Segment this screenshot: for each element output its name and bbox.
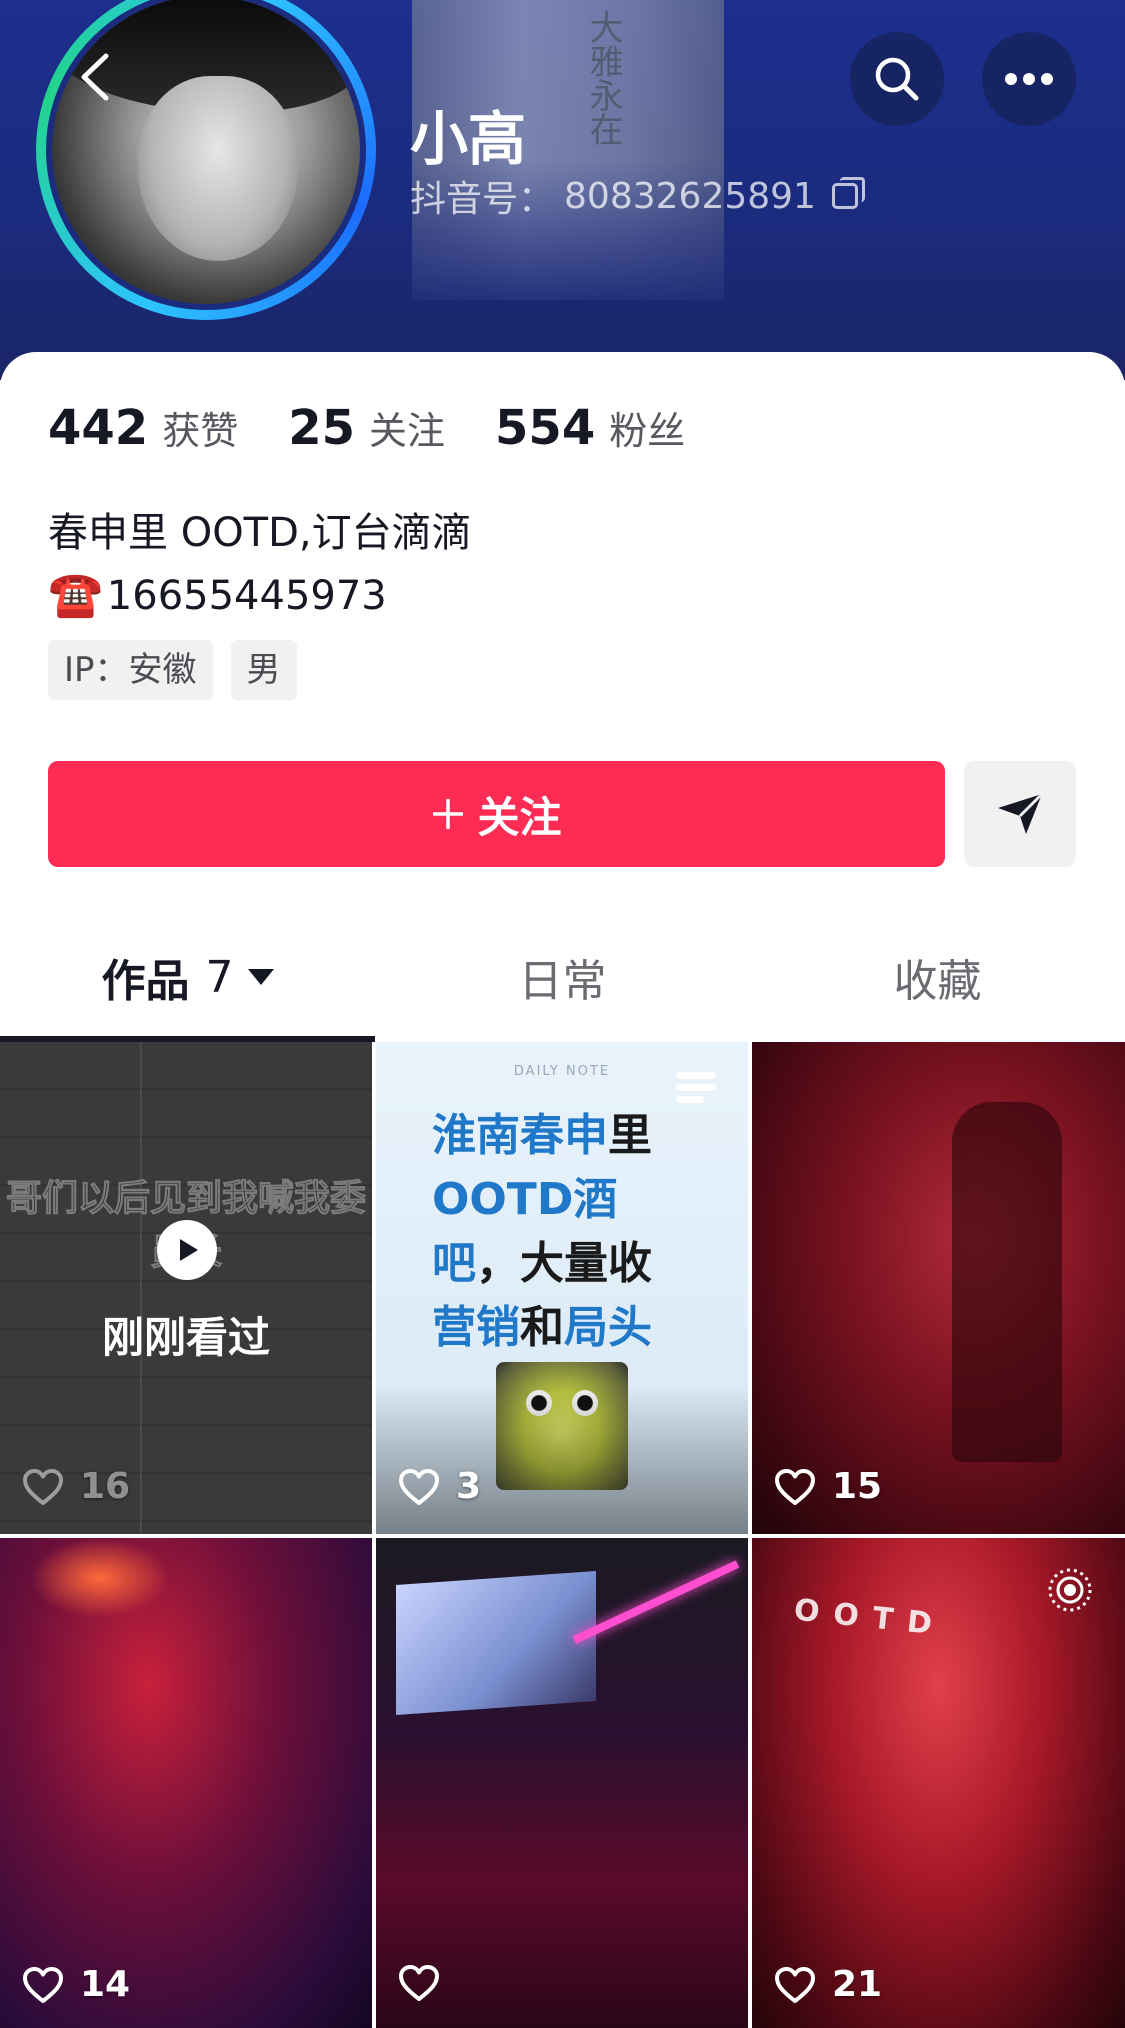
profile-header: 大雅永在 小高 抖音号： 80832625891	[0, 0, 1125, 380]
monument-calligraphy: 大雅永在	[583, 10, 623, 146]
follow-button[interactable]: 关注	[48, 761, 945, 867]
like-count: 15	[774, 1466, 882, 1507]
video-tile[interactable]: 14	[0, 1538, 372, 2028]
play-button[interactable]	[157, 1220, 217, 1280]
douyin-id-value: 80832625891	[564, 175, 816, 217]
follow-label: 关注	[477, 792, 562, 842]
like-count-value: 14	[80, 1964, 131, 2005]
avatar[interactable]	[46, 0, 366, 310]
heart-icon	[775, 1468, 815, 1505]
like-count-value: 15	[832, 1466, 883, 1507]
copy-icon[interactable]	[831, 177, 865, 209]
telephone-icon: ☎️	[48, 569, 103, 620]
avatar-ring[interactable]	[36, 0, 376, 320]
search-button[interactable]	[850, 32, 944, 126]
more-dots-icon	[1005, 73, 1053, 85]
like-count-value: 16	[80, 1466, 131, 1507]
like-count: 21	[774, 1964, 882, 2005]
video-tile[interactable]: 15	[752, 1042, 1125, 1534]
send-icon	[998, 792, 1044, 834]
stat-followers[interactable]: 554 粉丝	[495, 400, 685, 456]
stat-value: 25	[288, 400, 356, 456]
tab-label: 作品	[101, 956, 190, 1007]
bio-phone-line: ☎️ 16655445973	[48, 564, 472, 627]
stat-label: 粉丝	[609, 409, 686, 453]
stat-following[interactable]: 25 关注	[288, 400, 445, 456]
profile-tabs: 作品 7 日常 收藏	[0, 912, 1125, 1042]
caret-down-icon[interactable]	[247, 969, 274, 985]
heart-icon	[23, 1468, 63, 1505]
live-photo-icon	[1048, 1568, 1092, 1612]
search-icon	[875, 57, 919, 101]
ip-location-tag: IP：安徽	[48, 640, 213, 700]
douyin-id-row[interactable]: 抖音号： 80832625891	[410, 170, 865, 222]
share-button[interactable]	[964, 761, 1076, 867]
gender-tag: 男	[230, 640, 297, 700]
notes-icon	[676, 1072, 716, 1108]
douyin-id-label: 抖音号：	[410, 179, 555, 220]
video-headline: 淮南春申里 OOTD酒 吧，大量收 营销和局头	[432, 1110, 652, 1353]
like-count	[398, 1964, 456, 2002]
like-count: 14	[22, 1964, 130, 2005]
tab-favorites[interactable]: 收藏	[750, 912, 1125, 1042]
heart-icon	[399, 1965, 439, 2001]
nickname: 小高	[410, 105, 527, 173]
like-count: 3	[398, 1466, 481, 1507]
stat-label: 关注	[369, 409, 446, 453]
stat-likes[interactable]: 442 获赞	[48, 400, 238, 456]
back-button[interactable]	[70, 50, 124, 104]
profile-card: 442 获赞 25 关注 554 粉丝 春申里 OOTD,订台滴滴 ☎️ 1665…	[0, 352, 1125, 1042]
play-icon	[180, 1239, 198, 1261]
tab-label: 收藏	[893, 956, 982, 1007]
stats-row: 442 获赞 25 关注 554 粉丝	[48, 400, 735, 456]
chevron-left-icon	[81, 53, 109, 101]
stat-value: 442	[48, 400, 149, 456]
profile-tags: IP：安徽 男	[48, 640, 297, 700]
video-grid: 哥们以后见到我喊我委员长 刚刚看过 16 DAILY NOTE 淮南春申里 OO…	[0, 1042, 1125, 2028]
tab-count: 7	[205, 951, 234, 1003]
tab-daily[interactable]: 日常	[375, 912, 750, 1042]
heart-icon	[775, 1966, 815, 2003]
plus-icon	[433, 799, 464, 829]
bio-line: 春申里 OOTD,订台滴滴	[48, 510, 472, 556]
bio-phone-number: 16655445973	[106, 573, 387, 619]
tab-works[interactable]: 作品 7	[0, 912, 375, 1042]
stat-label: 获赞	[162, 409, 239, 453]
bio: 春申里 OOTD,订台滴滴 ☎️ 16655445973	[48, 502, 472, 627]
heart-icon	[23, 1966, 63, 2003]
video-tile[interactable]: 哥们以后见到我喊我委员长 刚刚看过 16	[0, 1042, 372, 1534]
heart-icon	[399, 1468, 439, 1505]
video-tile[interactable]	[376, 1538, 748, 2028]
more-options-button[interactable]	[982, 32, 1076, 126]
stat-value: 554	[495, 400, 596, 456]
recently-watched-label: 刚刚看过	[101, 1313, 270, 1362]
like-count: 16	[22, 1466, 130, 1507]
like-count-value: 3	[456, 1466, 482, 1507]
tab-label: 日常	[518, 956, 607, 1007]
video-tile[interactable]: OOTD 21	[752, 1538, 1125, 2028]
video-tile[interactable]: DAILY NOTE 淮南春申里 OOTD酒 吧，大量收 营销和局头 3	[376, 1042, 748, 1534]
like-count-value: 21	[832, 1964, 883, 2005]
